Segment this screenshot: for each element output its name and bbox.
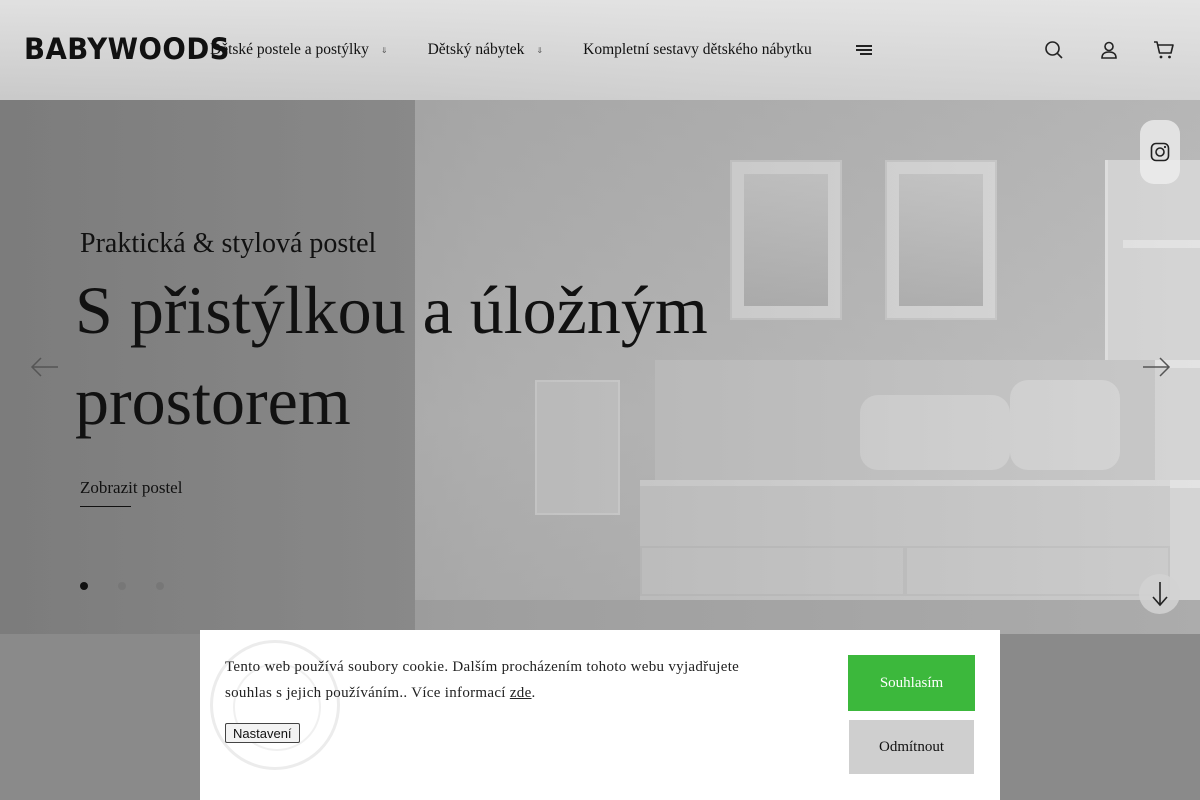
- nav-item-label: Kompletní sestavy dětského nábytku: [583, 41, 812, 58]
- nav-item-label: Dětské postele a postýlky: [210, 41, 369, 58]
- hero-subtitle: Praktická & stylová postel: [80, 228, 377, 259]
- arrow-right-icon: [1143, 357, 1171, 377]
- header-icons: [1011, 38, 1176, 62]
- cookie-decline-button[interactable]: Odmítnout: [849, 720, 974, 774]
- nav-item-label: Dětský nábytek: [427, 41, 525, 58]
- slider-dot[interactable]: [80, 582, 88, 590]
- arrow-left-icon: [30, 357, 58, 377]
- slider-dots: [80, 582, 194, 590]
- instagram-button[interactable]: [1140, 120, 1180, 184]
- cookie-settings-button[interactable]: Nastavení: [225, 723, 300, 743]
- slider-dot[interactable]: [118, 582, 126, 590]
- nav-item-sets[interactable]: Kompletní sestavy dětského nábytku: [583, 41, 812, 59]
- hero-cta-link[interactable]: Zobrazit postel: [80, 478, 182, 498]
- user-icon[interactable]: [1097, 38, 1121, 62]
- slider-dot[interactable]: [156, 582, 164, 590]
- site-header: BABYWOODS Dětské postele a postýlky ⇓ Dě…: [0, 0, 1200, 100]
- scroll-down-button[interactable]: [1139, 574, 1180, 614]
- cookie-banner: Tento web používá soubory cookie. Dalším…: [200, 630, 1000, 800]
- instagram-icon: [1150, 142, 1170, 162]
- chevron-down-icon: ⇓: [536, 45, 544, 55]
- nav-item-furniture[interactable]: Dětský nábytek ⇓: [428, 41, 544, 59]
- chevron-down-icon: ⇓: [380, 45, 388, 55]
- cart-icon[interactable]: [1152, 38, 1176, 62]
- slider-prev-arrow[interactable]: [30, 355, 60, 379]
- hero-title: S přistýlkou a úložným prostorem: [75, 272, 708, 439]
- main-nav: Dětské postele a postýlky ⇓ Dětský nábyt…: [210, 41, 872, 59]
- arrow-down-icon: [1151, 582, 1168, 607]
- cookie-more-info-link[interactable]: zde: [510, 685, 532, 701]
- cookie-accept-button[interactable]: Souhlasím: [848, 655, 975, 711]
- nav-item-beds[interactable]: Dětské postele a postýlky ⇓: [210, 41, 388, 59]
- cta-underline: [80, 506, 131, 507]
- cookie-text: Tento web používá soubory cookie. Dalším…: [225, 659, 740, 701]
- slider-next-arrow[interactable]: [1141, 355, 1171, 379]
- search-icon[interactable]: [1042, 38, 1066, 62]
- menu-icon[interactable]: [855, 45, 872, 55]
- logo[interactable]: BABYWOODS: [24, 32, 230, 66]
